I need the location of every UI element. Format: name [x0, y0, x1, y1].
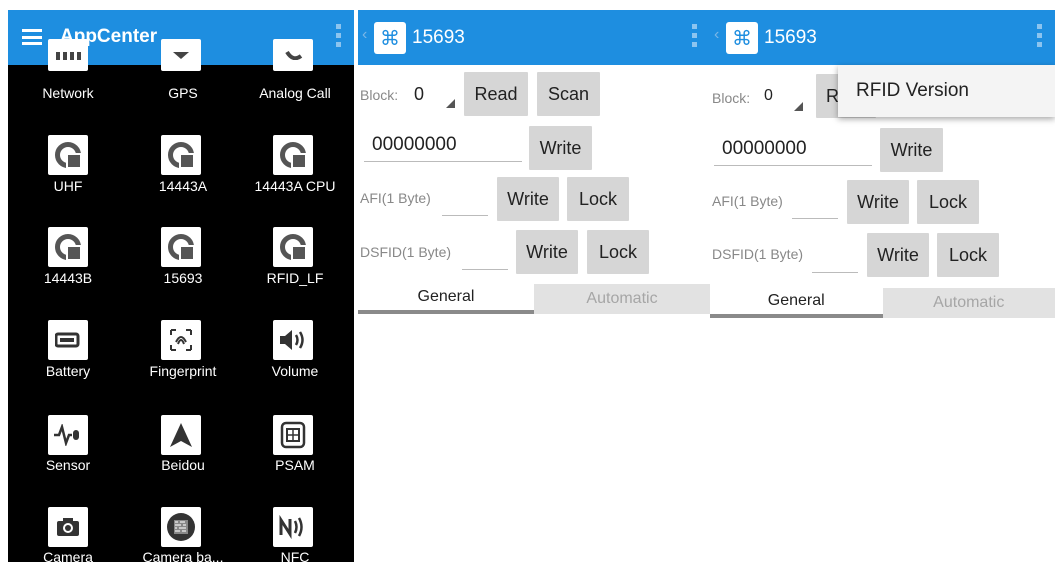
block-label: Block: — [712, 90, 751, 106]
afi-input[interactable] — [442, 196, 488, 216]
app-label-nfc[interactable]: NFC — [237, 549, 353, 562]
tab-general[interactable]: General — [358, 284, 534, 314]
iso15693-action-bar: ‹ ⌘ 15693 — [710, 10, 1055, 65]
rfid-icon[interactable] — [48, 227, 88, 267]
tab-automatic[interactable]: Automatic — [534, 284, 710, 314]
fingerprint-icon[interactable] — [161, 320, 201, 360]
app-label-14443a-cpu[interactable]: 14443A CPU — [237, 178, 353, 194]
dsfid-label: DSFID(1 Byte) — [712, 246, 804, 262]
app-label-14443a[interactable]: 14443A — [125, 178, 241, 194]
overflow-menu-icon[interactable] — [692, 24, 698, 47]
network-icon[interactable] — [48, 39, 88, 71]
afi-write-button[interactable]: Write — [497, 177, 559, 221]
iso15693-action-bar: ‹ ⌘ 15693 — [358, 10, 710, 65]
sensor-icon[interactable] — [48, 415, 88, 455]
nfc-icon[interactable] — [273, 507, 313, 547]
overflow-menu-icon[interactable] — [1037, 24, 1043, 47]
gps-icon[interactable] — [161, 39, 201, 71]
dsfid-input[interactable] — [812, 253, 858, 273]
dsfid-lock-button[interactable]: Lock — [937, 233, 999, 277]
tab-general[interactable]: General — [710, 288, 883, 318]
afi-lock-button[interactable]: Lock — [567, 177, 629, 221]
app-label-volume[interactable]: Volume — [237, 363, 353, 379]
camera-icon[interactable] — [48, 507, 88, 547]
dsfid-input[interactable] — [462, 250, 508, 270]
dsfid-label: DSFID(1 Byte) — [360, 244, 452, 260]
overflow-menu-icon[interactable] — [336, 24, 342, 47]
iso15693-menu-screen: ‹ ⌘ 15693 Block: 0 R 00000000 Write AFI(… — [710, 10, 1055, 562]
app-label-analog-call[interactable]: Analog Call — [237, 85, 353, 101]
app-label-network[interactable]: Network — [10, 85, 126, 101]
battery-icon[interactable] — [48, 320, 88, 360]
dsfid-lock-button[interactable]: Lock — [587, 230, 649, 274]
rfid-version-menu-item[interactable]: RFID Version — [838, 65, 1055, 117]
app-label-camera[interactable]: Camera — [10, 549, 126, 562]
block-spinner[interactable]: 0 — [764, 87, 773, 105]
app-label-sensor[interactable]: Sensor — [10, 457, 126, 473]
afi-input[interactable] — [792, 199, 838, 219]
rfid-icon[interactable] — [48, 135, 88, 175]
read-button[interactable]: Read — [464, 72, 528, 116]
iso15693-screen: ‹ ⌘ 15693 Block: 0 Read Scan 00000000 Wr… — [358, 10, 710, 562]
afi-label: AFI(1 Byte) — [360, 190, 431, 206]
psam-icon[interactable] — [273, 415, 313, 455]
app-label-fingerprint[interactable]: Fingerprint — [125, 363, 241, 379]
menu-icon[interactable] — [22, 29, 42, 45]
afi-lock-button[interactable]: Lock — [917, 180, 979, 224]
data-input[interactable]: 00000000 — [364, 134, 522, 162]
screen-title: 15693 — [764, 27, 817, 48]
block-spinner[interactable]: 0 — [414, 84, 424, 105]
afi-label: AFI(1 Byte) — [712, 193, 783, 209]
app-label-14443b[interactable]: 14443B — [10, 270, 126, 286]
app-label-rfid-lf[interactable]: RFID_LF — [237, 270, 353, 286]
app-logo-icon[interactable]: ⌘ — [726, 22, 758, 54]
app-logo-icon[interactable]: ⌘ — [374, 22, 406, 54]
beidou-icon[interactable] — [161, 415, 201, 455]
app-label-psam[interactable]: PSAM — [237, 457, 353, 473]
tab-bar: General Automatic — [358, 284, 710, 314]
phone-icon[interactable] — [273, 39, 313, 71]
rfid-icon[interactable] — [273, 227, 313, 267]
volume-icon[interactable] — [273, 320, 313, 360]
screen-title: 15693 — [412, 27, 465, 48]
write-button[interactable]: Write — [529, 126, 592, 170]
back-chevron-icon[interactable]: ‹ — [362, 26, 367, 44]
back-chevron-icon[interactable]: ‹ — [714, 26, 719, 44]
write-button[interactable]: Write — [880, 128, 943, 172]
dsfid-write-button[interactable]: Write — [516, 230, 578, 274]
app-label-camera-barcode[interactable]: Camera ba... — [125, 549, 241, 562]
app-label-15693[interactable]: 15693 — [125, 270, 241, 286]
data-input[interactable]: 00000000 — [714, 138, 872, 166]
scan-button[interactable]: Scan — [537, 72, 600, 116]
spinner-arrow-icon[interactable] — [446, 99, 455, 108]
app-label-uhf[interactable]: UHF — [10, 178, 126, 194]
tab-automatic[interactable]: Automatic — [882, 288, 1055, 318]
app-label-gps[interactable]: GPS — [125, 85, 241, 101]
spinner-arrow-icon[interactable] — [794, 102, 803, 111]
afi-write-button[interactable]: Write — [847, 180, 909, 224]
app-label-battery[interactable]: Battery — [10, 363, 126, 379]
block-label: Block: — [360, 87, 399, 103]
dsfid-write-button[interactable]: Write — [867, 233, 929, 277]
rfid-icon[interactable] — [161, 227, 201, 267]
tab-bar: General Automatic — [710, 288, 1055, 318]
rfid-icon[interactable] — [161, 135, 201, 175]
appcenter-screen: AppCenter Network GPS Analog Call UHF 14… — [8, 10, 354, 562]
rfid-icon[interactable] — [273, 135, 313, 175]
barcode-camera-icon[interactable] — [161, 507, 201, 547]
app-label-beidou[interactable]: Beidou — [125, 457, 241, 473]
